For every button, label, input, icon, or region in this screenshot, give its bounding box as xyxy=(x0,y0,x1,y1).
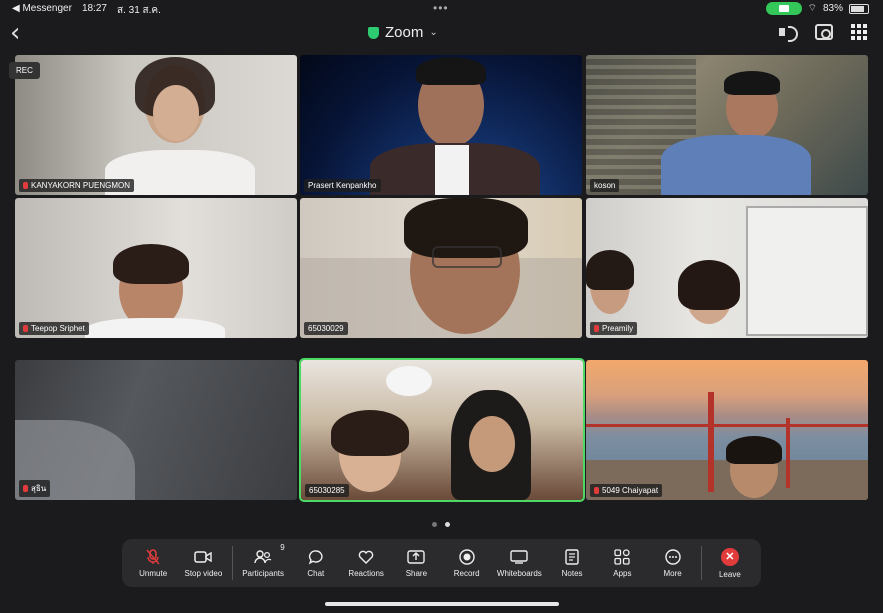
more-button[interactable]: More xyxy=(647,541,697,585)
camera-in-use-icon xyxy=(765,2,802,15)
record-button[interactable]: Record xyxy=(442,541,492,585)
status-date: ส. 31 ส.ค. xyxy=(116,5,161,16)
participants-icon xyxy=(254,549,272,565)
muted-mic-icon xyxy=(23,485,28,492)
battery-icon xyxy=(849,3,869,14)
participants-count-badge: 9 xyxy=(280,543,285,552)
meeting-title: Zoom xyxy=(385,24,424,41)
meeting-title-menu[interactable]: Zoom ⌄ xyxy=(368,24,438,41)
video-tile[interactable]: 5049 Chaiyapat xyxy=(586,360,868,500)
video-tile[interactable]: KANYAKORN PUENGMON xyxy=(15,55,297,195)
video-tile[interactable]: koson xyxy=(586,55,868,195)
page-dot[interactable] xyxy=(432,522,437,527)
share-screen-icon xyxy=(407,549,426,565)
battery-percent: 83% xyxy=(822,3,843,14)
participant-name-tag: 65030029 xyxy=(304,322,348,335)
muted-mic-icon xyxy=(23,325,28,332)
meeting-header: ‹ Zoom ⌄ xyxy=(0,18,883,52)
video-tile[interactable]: Teepop Sriphet xyxy=(15,198,297,338)
unmute-button[interactable]: Unmute xyxy=(128,541,178,585)
zoom-meeting-screen: ◀ Messenger 18:27 ส. 31 ส.ค. ••• ⌔ 83% ‹… xyxy=(0,0,883,613)
video-tile-active-speaker[interactable]: 65030285 xyxy=(299,358,585,502)
home-indicator[interactable] xyxy=(325,602,559,606)
speaker-icon[interactable] xyxy=(779,24,798,42)
video-tile[interactable]: สุธิน xyxy=(15,360,297,500)
reactions-button[interactable]: Reactions xyxy=(341,541,391,585)
muted-mic-icon xyxy=(23,182,28,189)
stop-video-button[interactable]: Stop video xyxy=(178,541,228,585)
wifi-icon: ⌔ xyxy=(807,3,817,14)
participant-name-tag: Preamily xyxy=(590,322,638,335)
participant-name-tag: Teepop Sriphet xyxy=(19,322,89,335)
participant-name-tag: koson xyxy=(590,179,620,192)
toolbar-divider xyxy=(231,546,233,580)
participants-button[interactable]: 9 Participants xyxy=(236,541,291,585)
chevron-down-icon: ⌄ xyxy=(429,27,438,38)
record-icon xyxy=(458,548,476,565)
apps-icon xyxy=(613,548,631,565)
notes-button[interactable]: Notes xyxy=(547,541,597,585)
page-dot-current[interactable] xyxy=(445,522,450,527)
recording-indicator: REC xyxy=(9,62,40,79)
participant-name-tag: Prasert Kenpankho xyxy=(304,179,381,192)
status-time: 18:27 xyxy=(81,3,107,14)
share-button[interactable]: Share xyxy=(391,541,441,585)
participant-name-tag: 5049 Chaiyapat xyxy=(590,484,663,497)
leave-x-icon: ✕ xyxy=(720,547,739,566)
whiteboard-icon xyxy=(510,549,529,565)
apps-button[interactable]: Apps xyxy=(597,541,647,585)
participant-name-tag: สุธิน xyxy=(19,480,51,497)
toolbar-divider xyxy=(700,546,702,580)
page-indicator[interactable] xyxy=(432,522,450,527)
video-tile[interactable]: Preamily xyxy=(586,198,868,338)
gallery-view-icon[interactable] xyxy=(851,24,869,40)
video-tile[interactable]: 65030029 xyxy=(300,198,582,338)
whiteboards-button[interactable]: Whiteboards xyxy=(492,541,547,585)
muted-mic-icon xyxy=(594,325,599,332)
video-tile[interactable]: Prasert Kenpankho xyxy=(300,55,582,195)
meeting-controls-toolbar: Unmute Stop video 9 Participants Chat Re… xyxy=(122,539,761,587)
mic-muted-icon xyxy=(144,548,162,565)
back-chevron-icon[interactable]: ‹ xyxy=(10,20,20,46)
muted-mic-icon xyxy=(594,487,599,494)
status-bar: ◀ Messenger 18:27 ส. 31 ส.ค. ••• ⌔ 83% xyxy=(0,0,883,18)
participant-name-tag: 65030285 xyxy=(305,484,349,497)
security-shield-icon xyxy=(368,26,379,39)
heart-icon xyxy=(357,549,375,565)
notes-icon xyxy=(563,548,581,565)
leave-button[interactable]: ✕ Leave xyxy=(705,541,755,585)
more-ellipsis-icon xyxy=(664,548,682,565)
chat-button[interactable]: Chat xyxy=(291,541,341,585)
participant-name-tag: KANYAKORN PUENGMON xyxy=(19,179,134,192)
chat-bubble-icon xyxy=(307,549,325,565)
back-to-app-link[interactable]: ◀ Messenger xyxy=(12,3,72,18)
switch-camera-icon[interactable] xyxy=(815,24,833,40)
multitask-dots-icon[interactable]: ••• xyxy=(433,1,449,15)
video-camera-icon xyxy=(194,549,213,565)
